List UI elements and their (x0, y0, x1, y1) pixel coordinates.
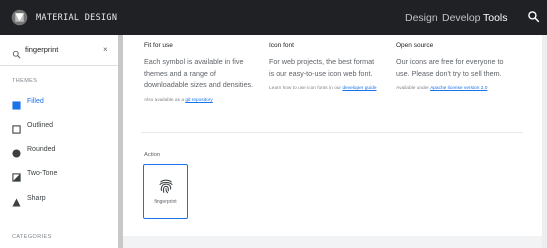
categories-heading: CATEGORIES (12, 234, 52, 240)
nav-design-link[interactable]: Design (405, 0, 438, 35)
info-title: Fit for use (144, 42, 173, 49)
themes-heading: THEMES (12, 78, 38, 84)
info-title: Open source (396, 42, 434, 49)
theme-item-outlined[interactable]: Outlined (0, 115, 118, 135)
info-icon-font: Icon font For web projects, the best for… (269, 42, 379, 93)
info-note: Available under Apache license version 2… (396, 86, 511, 93)
search-icon[interactable] (527, 10, 540, 23)
info-note-text: Also available as a (144, 97, 186, 103)
nav-tools-link[interactable]: Tools (483, 0, 508, 35)
info-title: Icon font (269, 42, 294, 49)
info-note: Also available as a git repository (144, 98, 256, 105)
theme-label: Sharp (27, 194, 46, 202)
sidebar: fingerprint × THEMES Filled Outlined Rou… (0, 35, 118, 248)
divider (0, 65, 118, 66)
apache-license-link[interactable]: Apache license version 2.0 (430, 86, 487, 91)
theme-label: Two-Tone (27, 169, 58, 177)
search-input[interactable]: fingerprint (25, 45, 58, 54)
info-fit-for-use: Fit for use Each symbol is available in … (144, 42, 256, 104)
icon-name-label: fingerprint (154, 199, 177, 205)
brand-title[interactable]: MATERIAL DESIGN (36, 13, 117, 23)
developer-guide-link[interactable]: developer guide (342, 86, 376, 91)
main-content: Fit for use Each symbol is available in … (123, 35, 542, 248)
sharp-triangle-icon (12, 194, 21, 207)
info-description: Our icons are free for everyone to use. … (396, 57, 504, 78)
outlined-square-icon (12, 121, 21, 134)
info-note-text: Learn how to use icon fonts in our (269, 86, 343, 91)
info-description: Each symbol is available in five themes … (144, 57, 254, 89)
icon-card-fingerprint[interactable]: fingerprint (143, 164, 188, 219)
close-icon[interactable]: × (103, 45, 108, 54)
sidebar-search-box[interactable]: fingerprint × (0, 35, 118, 65)
filled-square-icon (12, 97, 21, 110)
theme-item-two-tone[interactable]: Two-Tone (0, 163, 118, 183)
info-note-text: Available under (396, 86, 431, 91)
footer-strip (123, 236, 542, 248)
git-repository-link[interactable]: git repository (185, 98, 212, 103)
info-description: For web projects, the best format is our… (269, 57, 375, 78)
search-icon (12, 46, 21, 59)
material-logo-icon[interactable] (11, 9, 28, 26)
theme-label: Outlined (27, 121, 54, 129)
theme-item-filled[interactable]: Filled (0, 91, 118, 111)
fingerprint-icon (157, 177, 175, 195)
theme-item-rounded[interactable]: Rounded (0, 139, 118, 159)
nav-develop-link[interactable]: Develop (442, 0, 481, 35)
info-open-source: Open source Our icons are free for every… (396, 42, 511, 93)
theme-label: Filled (27, 97, 44, 105)
main-scrollbar[interactable] (542, 35, 547, 248)
theme-item-sharp[interactable]: Sharp (0, 188, 118, 208)
divider (141, 132, 523, 133)
category-heading: Action (144, 152, 161, 158)
two-tone-square-icon (12, 169, 21, 182)
rounded-circle-icon (12, 145, 21, 158)
theme-label: Rounded (27, 145, 56, 153)
info-note: Learn how to use icon fonts in our devel… (269, 86, 379, 93)
